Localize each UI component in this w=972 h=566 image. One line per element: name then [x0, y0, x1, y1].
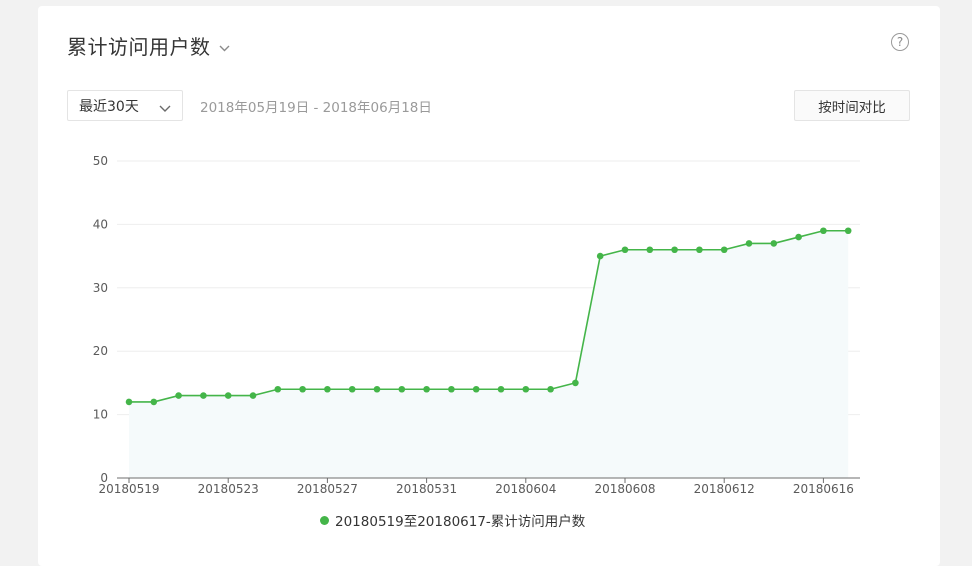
data-point [373, 385, 381, 393]
data-point [175, 392, 182, 399]
data-point [770, 240, 778, 247]
x-tick-label: 20180523 [198, 482, 259, 496]
data-point [274, 385, 282, 393]
data-point [745, 240, 753, 247]
data-point [820, 227, 827, 235]
x-tick-label: 20180519 [98, 482, 159, 496]
data-point [844, 227, 852, 235]
data-point [472, 385, 480, 393]
data-point [497, 385, 505, 393]
x-tick-label: 20180612 [694, 482, 755, 496]
data-point [646, 246, 654, 254]
data-point [249, 392, 257, 399]
data-point [150, 398, 158, 406]
y-tick-label: 40 [93, 217, 108, 231]
data-point [348, 385, 356, 393]
data-point [596, 252, 604, 260]
data-point [671, 246, 678, 254]
data-point [398, 385, 406, 393]
x-tick-label: 20180531 [396, 482, 457, 496]
data-point [795, 233, 802, 241]
data-point [696, 246, 703, 254]
data-point [522, 385, 530, 393]
data-point [720, 246, 728, 254]
data-point [448, 385, 455, 393]
data-point [547, 385, 554, 393]
data-point [621, 246, 629, 254]
data-point [224, 392, 232, 399]
x-tick-label: 20180604 [495, 482, 556, 496]
x-tick-label: 20180616 [793, 482, 854, 496]
x-tick-label: 20180527 [297, 482, 358, 496]
y-tick-label: 20 [93, 344, 108, 358]
series-area [129, 230, 849, 478]
y-tick-label: 10 [93, 408, 108, 422]
y-tick-label: 50 [93, 154, 108, 168]
y-tick-label: 30 [93, 281, 108, 295]
data-point [572, 379, 579, 387]
data-point [324, 385, 331, 393]
data-point [299, 385, 306, 393]
data-point [125, 398, 133, 406]
data-point [423, 385, 430, 393]
x-tick-label: 20180608 [594, 482, 655, 496]
data-point [200, 392, 207, 399]
line-chart: 0102030405020180519 20180523 20180527 20180… [93, 154, 860, 496]
